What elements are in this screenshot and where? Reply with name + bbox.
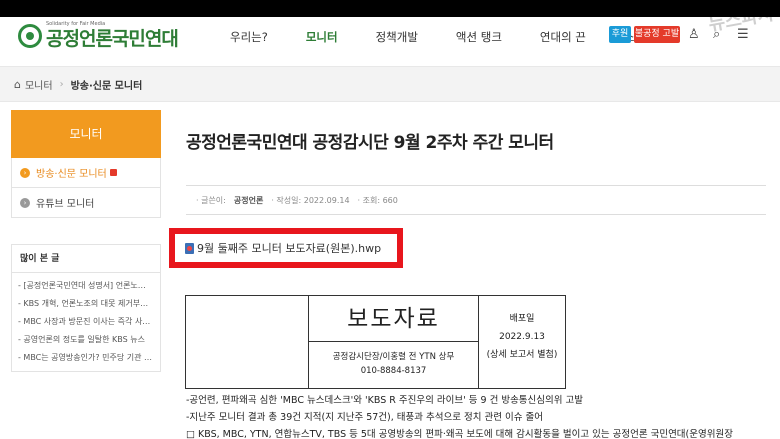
table-cell-empty xyxy=(186,296,309,388)
hwp-file-icon xyxy=(185,242,194,254)
popular-post-link[interactable]: - MBC 사장과 방문진 이사는 즉각 사… xyxy=(18,313,154,331)
sidebar-item-label: 방송·신문 모니터 xyxy=(36,169,107,180)
post-date: · 작성일: 2022.09.14 xyxy=(271,195,350,205)
popular-posts: 많이 본 글 - [공정언론국민연대 성명서] 언론노… - KBS 개혁, 언… xyxy=(11,244,161,372)
chevron-right-icon: › xyxy=(20,167,30,178)
article-line: □ KBS, MBC, YTN, 연합뉴스TV, TBS 등 5대 공영방송의 … xyxy=(186,429,733,439)
breadcrumb-monitor[interactable]: 모니터 xyxy=(25,77,53,92)
nav-solidarity[interactable]: 연대의 끈 xyxy=(540,29,586,45)
author-label: · 글쓴이: xyxy=(196,195,226,205)
chevron-right-icon: › xyxy=(20,197,30,208)
nav-action-tank[interactable]: 액션 탱크 xyxy=(456,29,502,45)
press-release-table: 보도자료 공정감시단장/이홍렬 전 YTN 상무 010-8884-8137 배… xyxy=(185,295,566,389)
home-icon[interactable]: ⌂ xyxy=(14,78,21,91)
chevron-right-icon: › xyxy=(59,78,64,90)
sidebar-item-youtube-monitor[interactable]: › 유튜브 모니터 xyxy=(11,188,161,218)
breadcrumb: ⌂ 모니터 › 방송·신문 모니터 xyxy=(0,66,780,102)
release-date: 2022.9.13 xyxy=(499,332,545,342)
popular-post-link[interactable]: - KBS 개혁, 언론노조의 대못 제거부… xyxy=(18,295,154,313)
donate-button[interactable]: 후원 xyxy=(609,26,631,43)
logo-title: 공정언론국민연대 xyxy=(46,28,179,50)
site-logo[interactable]: Solidarity for Fair Media 공정언론국민연대 xyxy=(18,21,179,50)
breadcrumb-current[interactable]: 방송·신문 모니터 xyxy=(71,77,143,92)
popular-posts-title: 많이 본 글 xyxy=(12,245,160,273)
release-label: 배포일 xyxy=(509,314,535,324)
popular-post-link[interactable]: - 공영언론의 정도를 일탈한 KBS 뉴스 xyxy=(18,331,154,349)
attachment-link[interactable]: 9월 둘째주 모니터 보도자료(원본).hwp xyxy=(197,240,381,256)
new-badge-icon xyxy=(109,169,117,176)
popular-post-link[interactable]: - MBC는 공영방송인가? 민주당 기관 … xyxy=(18,349,154,367)
author-name: 공정언론 xyxy=(233,195,264,205)
browser-viewport: Solidarity for Fair Media 공정언론국민연대 우리는? … xyxy=(0,17,780,439)
press-heading: 보도자료 xyxy=(309,296,478,342)
article-title: 공정언론국민연대 공정감시단 9월 2주차 주간 모니터 xyxy=(186,133,554,153)
table-cell-release: 배포일 2022.9.13 (상세 보고서 별첨) xyxy=(479,296,565,388)
sidebar-item-label: 유튜브 모니터 xyxy=(36,199,95,210)
view-count: · 조회: 660 xyxy=(357,195,398,205)
sidebar-menu: 모니터 › 방송·신문 모니터 › 유튜브 모니터 xyxy=(11,110,161,218)
attachment-highlight: 9월 둘째주 모니터 보도자료(원본).hwp xyxy=(169,228,403,268)
report-unfair-button[interactable]: 불공정 고발 xyxy=(634,26,680,43)
nav-policy[interactable]: 정책개발 xyxy=(376,29,418,45)
release-note: (상세 보고서 별첨) xyxy=(486,350,558,360)
sidebar-title: 모니터 xyxy=(11,110,161,158)
article-line: -지난주 모니터 결과 총 39건 지적(지 지난주 57건), 태풍과 추석으… xyxy=(186,412,543,423)
nav-monitor[interactable]: 모니터 xyxy=(306,29,338,45)
popular-post-link[interactable]: - [공정언론국민연대 성명서] 언론노… xyxy=(18,277,154,295)
nav-about[interactable]: 우리는? xyxy=(230,29,268,45)
logo-subtitle: Solidarity for Fair Media xyxy=(46,21,106,27)
user-icon[interactable]: ♙ xyxy=(688,27,700,42)
site-header: Solidarity for Fair Media 공정언론국민연대 우리는? … xyxy=(0,17,780,61)
press-contact: 공정감시단장/이홍렬 전 YTN 상무 010-8884-8137 xyxy=(309,342,478,388)
logo-icon xyxy=(18,23,42,48)
contact-name: 공정감시단장/이홍렬 전 YTN 상무 xyxy=(332,352,455,362)
article-meta: · 글쓴이: 공정언론 · 작성일: 2022.09.14 · 조회: 660 xyxy=(186,185,766,215)
article-body: -공언련, 편파왜곡 심한 'MBC 뉴스데스크'와 'KBS R 주진우의 라… xyxy=(186,392,766,439)
contact-phone: 010-8884-8137 xyxy=(360,366,427,376)
article-line: -공언련, 편파왜곡 심한 'MBC 뉴스데스크'와 'KBS R 주진우의 라… xyxy=(186,395,584,406)
table-cell-heading: 보도자료 공정감시단장/이홍렬 전 YTN 상무 010-8884-8137 xyxy=(309,296,479,388)
sidebar-item-broadcast-monitor[interactable]: › 방송·신문 모니터 xyxy=(11,158,161,188)
